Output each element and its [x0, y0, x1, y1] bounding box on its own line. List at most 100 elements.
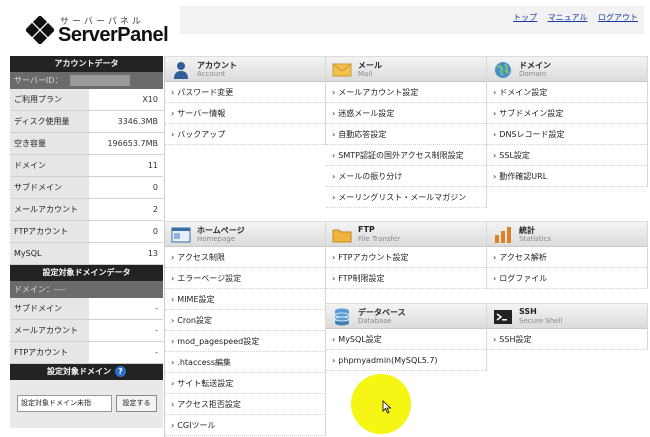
menu-ssh-settings[interactable]: SSH設定: [487, 329, 647, 350]
panel-subtitle: Statistics: [519, 235, 551, 243]
menu-site-redirect[interactable]: サイト転送設定: [165, 373, 325, 394]
globe-icon: [495, 62, 511, 78]
panel-subtitle: File Transfer: [358, 235, 401, 243]
terminal-icon: [494, 310, 512, 324]
stat-row-mail-account: メールアカウント 2: [10, 199, 163, 221]
stat-label: FTPアカウント: [10, 221, 89, 242]
stat-label: FTPアカウント: [10, 342, 89, 363]
menu-htaccess[interactable]: .htaccess編集: [165, 352, 325, 373]
stat-row-ftp-account: FTPアカウント 0: [10, 221, 163, 243]
panel-ftp: FTP File Transfer FTPアカウント設定 FTP制限設定: [326, 221, 487, 289]
menu-server-info[interactable]: サーバー情報: [165, 103, 325, 124]
logo-text: ServerPanel: [58, 24, 169, 46]
menu-cgi-tools[interactable]: CGIツール: [165, 415, 325, 436]
panel-header: SSH Secure Shell: [487, 303, 647, 329]
menu-ftp-account[interactable]: FTPアカウント設定: [326, 247, 486, 268]
domain-row: ドメイン：----: [10, 281, 163, 298]
server-id-label: サーバーID：: [14, 76, 63, 85]
target-domain-select[interactable]: 設定対象ドメイン未指: [17, 395, 112, 412]
stat-value: X10: [89, 89, 163, 110]
panel-title: SSH: [519, 307, 537, 316]
domain-stat-ftp-account: FTPアカウント -: [10, 342, 163, 364]
menu-mysql-settings[interactable]: MySQL設定: [326, 329, 486, 350]
domain-stat-subdomain: サブドメイン -: [10, 298, 163, 320]
menu-mod-pagespeed[interactable]: mod_pagespeed設定: [165, 331, 325, 352]
stat-row-plan: ご利用プラン X10: [10, 89, 163, 111]
menu-smtp-restriction[interactable]: SMTP認証の国外アクセス制限設定: [326, 145, 486, 166]
menu-access-deny[interactable]: アクセス拒否設定: [165, 394, 325, 415]
menu-mime[interactable]: MIME設定: [165, 289, 325, 310]
statistics-icon: [495, 227, 511, 243]
menu-ftp-restriction[interactable]: FTP制限設定: [326, 268, 486, 289]
stat-label: メールアカウント: [10, 320, 89, 341]
panel-header: 統計 Statistics: [487, 221, 647, 247]
server-id-redacted: [70, 75, 130, 86]
panel-statistics: 統計 Statistics アクセス解析 ログファイル: [487, 221, 648, 289]
menu-phpmyadmin[interactable]: phpmyadmin(MySQL5.7): [326, 350, 486, 371]
panel-subtitle: Domain: [519, 70, 547, 78]
menu-mail-sorting[interactable]: メールの振り分け: [326, 166, 486, 187]
panel-header: アカウント Account: [165, 56, 325, 82]
target-domain-title: 設定対象ドメイン?: [10, 364, 163, 380]
menu-access-restriction[interactable]: アクセス制限: [165, 247, 325, 268]
panel-header: ドメイン Domain: [487, 56, 647, 82]
main-panels: アカウント Account パスワード変更 サーバー情報 バックアップ メール …: [164, 56, 648, 437]
panel-subtitle: Account: [197, 70, 226, 78]
target-domain-title-text: 設定対象ドメイン: [47, 367, 111, 376]
server-id-row: サーバーID：: [10, 72, 163, 89]
help-icon[interactable]: ?: [115, 366, 126, 377]
menu-dns-record[interactable]: DNSレコード設定: [487, 124, 647, 145]
menu-backup[interactable]: バックアップ: [165, 124, 325, 145]
folder-icon: [332, 229, 352, 243]
panel-mail: メール Mail メールアカウント設定 迷惑メール設定 自動応答設定 SMTP認…: [326, 56, 487, 208]
stat-value: 196653.7MB: [89, 133, 163, 154]
menu-subdomain-settings[interactable]: サブドメイン設定: [487, 103, 647, 124]
panel-header: メール Mail: [326, 56, 486, 82]
set-domain-button[interactable]: 設定する: [116, 395, 157, 412]
menu-spam-filter[interactable]: 迷惑メール設定: [326, 103, 486, 124]
panel-ssh: SSH Secure Shell SSH設定: [487, 303, 648, 350]
menu-ssl-settings[interactable]: SSL設定: [487, 145, 647, 166]
stat-value: -: [89, 320, 163, 341]
menu-log-file[interactable]: ログファイル: [487, 268, 647, 289]
panel-homepage: ホームページ Homepage アクセス制限 エラーページ設定 MIME設定 C…: [165, 221, 326, 436]
stat-label: 空き容量: [10, 133, 89, 154]
menu-mail-account[interactable]: メールアカウント設定: [326, 82, 486, 103]
stat-value: 3346.3MB: [89, 111, 163, 132]
stat-row-disk-usage: ディスク使用量 3346.3MB: [10, 111, 163, 133]
link-top[interactable]: トップ: [513, 13, 537, 22]
stat-value: 0: [89, 221, 163, 242]
top-links: トップ マニュアル ログアウト: [505, 12, 638, 23]
menu-auto-reply[interactable]: 自動応答設定: [326, 124, 486, 145]
stat-value: -: [89, 342, 163, 363]
stat-row-mysql: MySQL 13: [10, 243, 163, 265]
stat-label: ディスク使用量: [10, 111, 89, 132]
link-logout[interactable]: ログアウト: [598, 13, 638, 22]
domain-select-area: 設定対象ドメイン未指 設定する: [10, 380, 163, 428]
panel-title: FTP: [358, 225, 375, 234]
stat-row-domain: ドメイン 11: [10, 155, 163, 177]
menu-access-analysis[interactable]: アクセス解析: [487, 247, 647, 268]
menu-cron[interactable]: Cron設定: [165, 310, 325, 331]
menu-error-page[interactable]: エラーページ設定: [165, 268, 325, 289]
panel-subtitle: Secure Shell: [519, 317, 563, 325]
stat-value: 11: [89, 155, 163, 176]
panel-database: データベース Database MySQL設定 phpmyadmin(MySQL…: [326, 303, 487, 371]
menu-check-url[interactable]: 動作確認URL: [487, 166, 647, 187]
stat-label: メールアカウント: [10, 199, 89, 220]
user-icon: [174, 62, 188, 79]
panel-header: データベース Database: [326, 303, 486, 329]
stat-label: サブドメイン: [10, 298, 89, 319]
link-manual[interactable]: マニュアル: [548, 13, 588, 22]
logo-diamond-icon: [26, 16, 54, 44]
stat-label: ドメイン: [10, 155, 89, 176]
stat-value: 13: [89, 243, 163, 264]
menu-domain-settings[interactable]: ドメイン設定: [487, 82, 647, 103]
cursor-highlight: [351, 374, 411, 434]
domain-stat-mail-account: メールアカウント -: [10, 320, 163, 342]
menu-password-change[interactable]: パスワード変更: [165, 82, 325, 103]
stat-value: 0: [89, 177, 163, 198]
logo[interactable]: サーバーパネル ServerPanel: [26, 14, 186, 54]
menu-mailing-list[interactable]: メーリングリスト・メールマガジン: [326, 187, 486, 208]
stat-row-subdomain: サブドメイン 0: [10, 177, 163, 199]
